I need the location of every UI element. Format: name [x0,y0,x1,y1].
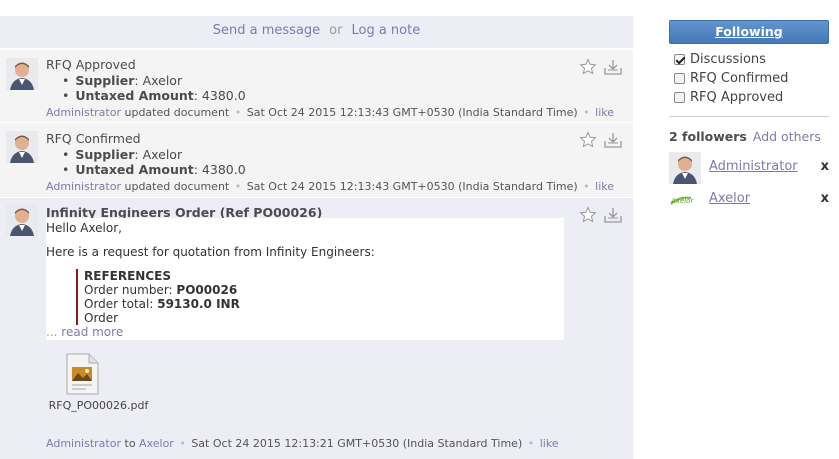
chatter-panel: Send a message or Log a note RFQ Approved … [0,16,633,459]
references-heading: REFERENCES [84,269,171,283]
field-supplier: Supplier: Axelor [62,73,246,88]
remove-follower-button[interactable]: x [821,191,829,206]
subtype-rfq-confirmed[interactable]: RFQ Confirmed [669,69,829,88]
follower-name[interactable]: Administrator [709,159,798,174]
svg-text:Axelor: Axelor [670,197,694,205]
intro-text: Here is a request for quotation from Inf… [46,245,375,259]
author-link[interactable]: Administrator [46,437,121,450]
send-message-link[interactable]: Send a message [213,23,320,38]
order-total-line: Order total: 59130.0 INR [84,297,240,311]
message-actions [579,58,623,76]
followers-header: 2 followers Add others [669,129,829,144]
like-link[interactable]: like [595,180,614,193]
message-rfq-approved: RFQ Approved Supplier: Axelor Untaxed Am… [0,49,633,122]
remove-follower-button[interactable]: x [821,159,829,174]
attachment-name: RFQ_PO00026.pdf [48,399,149,412]
references-block: REFERENCES Order number: PO00026 Order t… [76,269,564,325]
archive-icon[interactable] [603,131,623,149]
like-link[interactable]: like [595,106,614,119]
checkbox[interactable] [674,54,685,65]
subtype-discussions[interactable]: Discussions [669,50,829,69]
action-text: updated document [124,180,230,193]
archive-icon[interactable] [603,58,623,76]
author-link[interactable]: Administrator [46,180,121,193]
star-icon[interactable] [579,206,597,224]
message-date: Sat Oct 24 2015 12:13:21 GMT+0530 (India… [191,437,523,450]
add-others-link[interactable]: Add others [753,129,821,144]
pdf-file-icon [66,353,99,395]
field-untaxed-amount: Untaxed Amount: 4380.0 [62,88,245,103]
field-supplier: Supplier: Axelor [62,147,246,162]
tracked-fields: Supplier: Axelor Untaxed Amount: 4380.0 [62,73,246,103]
follower-axelor: Axelor Axelor x [669,184,829,216]
message-rfq-confirmed: RFQ Confirmed Supplier: Axelor Untaxed A… [0,122,633,197]
subtype-list: Discussions RFQ Confirmed RFQ Approved [669,50,829,107]
to-text: to [124,437,136,450]
avatar [6,58,38,90]
message-meta: Administrator updated document • Sat Oct… [46,106,615,119]
message-meta: Administrator to Axelor • Sat Oct 24 201… [46,437,559,450]
divider [669,116,829,117]
field-untaxed-amount: Untaxed Amount: 4380.0 [62,162,245,177]
like-link[interactable]: like [540,437,559,450]
order-number-line: Order number: PO00026 [84,283,238,297]
author-link[interactable]: Administrator [46,106,121,119]
message-date: Sat Oct 24 2015 12:13:43 GMT+0530 (India… [246,180,578,193]
following-button[interactable]: Following [669,20,829,44]
message-date: Sat Oct 24 2015 12:13:43 GMT+0530 (India… [246,106,578,119]
log-note-link[interactable]: Log a note [351,23,420,38]
message-actions [579,206,623,224]
message-meta: Administrator updated document • Sat Oct… [46,180,615,193]
star-icon[interactable] [579,58,597,76]
avatar [6,131,38,163]
star-icon[interactable] [579,131,597,149]
subtype-rfq-approved[interactable]: RFQ Approved [669,88,829,107]
action-text: updated document [124,106,230,119]
composer-bar: Send a message or Log a note [0,16,633,48]
message-body: Hello Axelor, Here is a request for quot… [46,218,564,340]
tracked-fields: Supplier: Axelor Untaxed Amount: 4380.0 [62,147,246,177]
followers-count: 2 followers [669,129,747,144]
read-more: ... read more [46,325,124,339]
read-more-link[interactable]: read more [61,325,123,339]
message-title: RFQ Approved [46,57,136,72]
message-actions [579,131,623,149]
composer-or: or [329,23,343,38]
axelor-logo: Axelor [669,184,701,216]
attachment[interactable]: RFQ_PO00026.pdf [48,353,150,412]
truncated-text: Order [84,311,119,325]
checkbox[interactable] [674,92,685,103]
message-order: Infinity Engineers Order (Ref PO00026) H… [0,197,633,459]
avatar [669,152,701,184]
follower-name[interactable]: Axelor [709,191,750,206]
follower-administrator: Administrator x [669,152,829,184]
avatar [6,204,38,236]
recipient-link[interactable]: Axelor [139,437,174,450]
greeting: Hello Axelor, [46,221,122,235]
message-title: RFQ Confirmed [46,131,141,146]
checkbox[interactable] [674,73,685,84]
followers-sidebar: Following Discussions RFQ Confirmed RFQ … [669,20,829,216]
archive-icon[interactable] [603,206,623,224]
